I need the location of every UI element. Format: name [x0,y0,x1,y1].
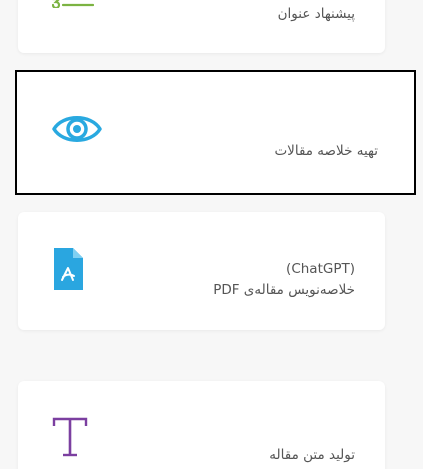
card-label: پیشنهاد عنوان [277,6,355,22]
pdf-file-icon [54,248,83,290]
card-label: (ChatGPT) خلاصه‌نویس مقاله‌ی PDF [213,259,355,301]
card-label: تهیه خلاصه مقالات [274,143,378,159]
title-suggestion-card[interactable]: پیشنهاد عنوان [18,0,385,53]
title-suggestion-icon [52,0,94,8]
card-label-line1: (ChatGPT) [286,261,355,277]
card-label: تولید متن مقاله [269,447,355,463]
tools-list: پیشنهاد عنوان تهیه خلاصه مقالات (ChatGPT… [0,0,423,469]
pdf-summarizer-card[interactable]: (ChatGPT) خلاصه‌نویس مقاله‌ی PDF [18,212,385,330]
article-text-generation-card[interactable]: تولید متن مقاله [18,381,385,469]
eye-icon [52,116,102,142]
text-t-icon [52,417,88,457]
card-label-line2: خلاصه‌نویس مقاله‌ی PDF [213,282,355,298]
article-summary-card[interactable]: تهیه خلاصه مقالات [15,70,416,195]
